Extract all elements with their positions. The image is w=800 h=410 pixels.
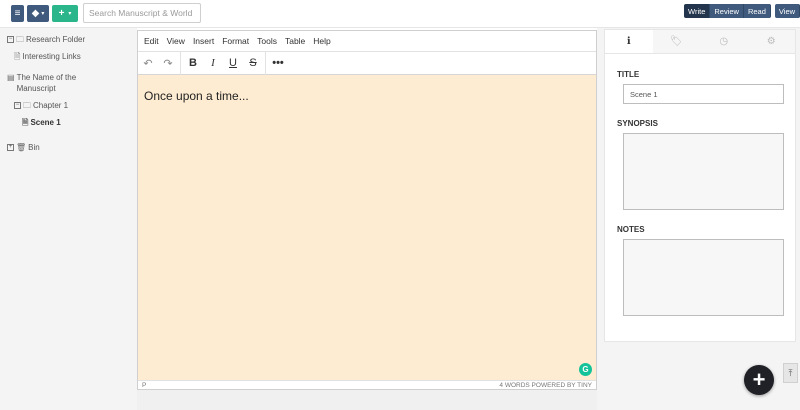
- editor-text[interactable]: Once upon a time...: [144, 89, 249, 103]
- document-icon: 🗎: [14, 52, 21, 61]
- tree-item-scene-1[interactable]: 🗎 Scene 1: [22, 117, 61, 128]
- rich-text-editor: Edit View Insert Format Tools Table Help…: [137, 30, 597, 390]
- redo-icon[interactable]: ↷: [158, 52, 178, 75]
- editor-menubar: Edit View Insert Format Tools Table Help: [138, 31, 596, 52]
- menu-view[interactable]: View: [167, 36, 185, 46]
- notes-field[interactable]: [623, 239, 784, 316]
- tree-item-label: Scene 1: [30, 118, 61, 127]
- editor-statusbar: P 4 WORDS POWERED BY TINY: [138, 380, 596, 390]
- tree-item-label: The Name of the Manuscript: [16, 73, 77, 93]
- view-button[interactable]: View: [774, 4, 800, 18]
- notes-label: NOTES: [617, 225, 645, 234]
- plus-icon: +: [58, 8, 65, 19]
- chevron-down-icon: ▾: [41, 11, 45, 17]
- folder-icon: 🗀: [23, 101, 31, 110]
- tree-item-interesting-links[interactable]: 🗎 Interesting Links: [14, 51, 81, 62]
- tree-item-label: Research Folder: [26, 35, 86, 44]
- chevron-down-icon: ▾: [68, 11, 72, 17]
- menu-button[interactable]: ≡: [11, 5, 24, 22]
- sidebar: − 🗀 Research Folder 🗎 Interesting Links …: [0, 28, 137, 410]
- clock-icon: ◷: [719, 36, 729, 47]
- undo-icon[interactable]: ↶: [138, 52, 158, 75]
- title-field[interactable]: Scene 1: [623, 84, 784, 104]
- add-floating-button[interactable]: +: [744, 365, 774, 395]
- tab-info[interactable]: ℹ: [605, 30, 653, 53]
- arrow-up-icon: ⤒: [788, 367, 793, 378]
- tab-history[interactable]: ◷: [700, 30, 748, 53]
- toolbar-divider: [180, 51, 181, 75]
- menu-format[interactable]: Format: [222, 36, 249, 46]
- bold-icon[interactable]: B: [183, 52, 203, 75]
- more-icon[interactable]: •••: [268, 52, 288, 75]
- mode-review-button[interactable]: Review: [710, 4, 744, 18]
- tab-settings[interactable]: ⚙: [747, 30, 795, 53]
- menu-edit[interactable]: Edit: [144, 36, 159, 46]
- scroll-to-top-button[interactable]: ⤒: [783, 363, 798, 383]
- folder-icon: 🗀: [16, 35, 24, 44]
- mode-write-button[interactable]: Write: [684, 4, 711, 18]
- document-icon: 🗎: [22, 118, 29, 127]
- plus-icon: +: [752, 367, 766, 392]
- title-label: TITLE: [617, 70, 640, 79]
- search-input[interactable]: [83, 3, 201, 23]
- hamburger-icon: ≡: [14, 8, 21, 19]
- grammarly-icon[interactable]: G: [579, 363, 592, 376]
- tree-item-chapter-1[interactable]: − 🗀 Chapter 1: [14, 100, 68, 111]
- mode-switcher: Write Review Read View: [684, 4, 800, 18]
- trash-icon: 🗑: [16, 143, 27, 152]
- add-button[interactable]: + ▾: [52, 5, 78, 22]
- tree-item-bin[interactable]: + 🗑 Bin: [7, 142, 40, 153]
- mode-read-button[interactable]: Read: [743, 4, 771, 18]
- top-bar: ≡ ◆▾ +▾ Write Review Read View: [0, 0, 800, 28]
- panel-tabs: ℹ 🏷 ◷ ⚙: [605, 30, 795, 54]
- metadata-panel: ℹ 🏷 ◷ ⚙ TITLE Scene 1 SYNOPSIS NOTES: [604, 29, 796, 342]
- tree-item-research-folder[interactable]: − 🗀 Research Folder: [7, 34, 85, 45]
- book-icon: ▤: [7, 73, 15, 82]
- underline-icon[interactable]: U: [223, 52, 243, 75]
- italic-icon[interactable]: I: [203, 52, 223, 75]
- strikethrough-icon[interactable]: S: [243, 52, 263, 75]
- layers-button[interactable]: ◆ ▾: [27, 5, 49, 22]
- synopsis-field[interactable]: [623, 133, 784, 210]
- element-path[interactable]: P: [142, 382, 146, 389]
- editor-toolbar: ↶ ↷ B I U S •••: [138, 51, 596, 75]
- menu-help[interactable]: Help: [313, 36, 330, 46]
- collapse-toggle-icon[interactable]: −: [7, 36, 14, 43]
- menu-insert[interactable]: Insert: [193, 36, 214, 46]
- expand-toggle-icon[interactable]: +: [7, 144, 14, 151]
- tree-item-label: Interesting Links: [22, 52, 81, 61]
- menu-table[interactable]: Table: [285, 36, 305, 46]
- tab-tags[interactable]: 🏷: [652, 30, 700, 53]
- synopsis-label: SYNOPSIS: [617, 119, 658, 128]
- layers-icon: ◆: [31, 8, 40, 19]
- editor-content[interactable]: Once upon a time... G: [138, 75, 596, 380]
- menu-tools[interactable]: Tools: [257, 36, 277, 46]
- tree-item-manuscript[interactable]: ▤ The Name of the Manuscript: [7, 72, 97, 94]
- gear-icon: ⚙: [766, 36, 776, 47]
- tree-item-label: Bin: [28, 143, 40, 152]
- tag-icon: 🏷: [669, 36, 683, 47]
- tree-item-label: Chapter 1: [33, 101, 69, 110]
- word-count: 4 WORDS POWERED BY TINY: [499, 382, 592, 389]
- collapse-toggle-icon[interactable]: −: [14, 102, 21, 109]
- editor-footer-area: [137, 390, 597, 410]
- toolbar-divider: [265, 51, 266, 75]
- info-icon: ℹ: [626, 36, 631, 47]
